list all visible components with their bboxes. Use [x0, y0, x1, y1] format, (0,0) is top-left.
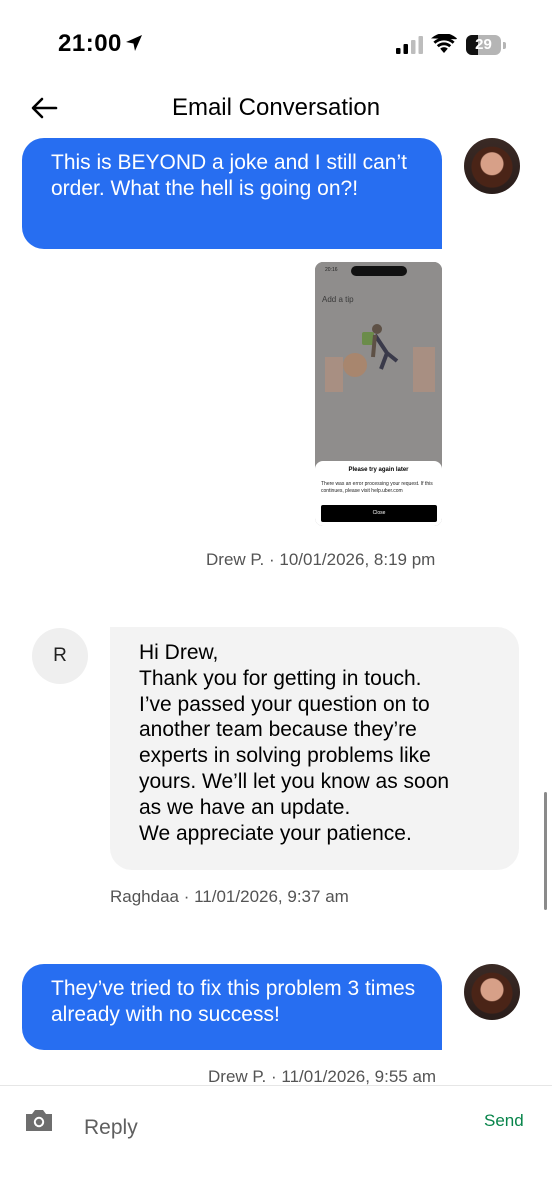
- message-line: as we have an update.: [139, 795, 351, 819]
- battery-cap: [503, 42, 506, 49]
- cellular-signal-icon: [396, 36, 423, 54]
- avatar: [464, 138, 520, 194]
- attachment-screenshot[interactable]: 20:16 Add a tip Please try again later T…: [315, 262, 442, 526]
- avatar: R: [32, 628, 88, 684]
- message-text: They’ve tried to fix this problem 3 time…: [51, 977, 416, 1026]
- attachment-sheet-title: Please try again later: [348, 467, 409, 473]
- message-bubble-outgoing: This is BEYOND a joke and I still can’t …: [22, 138, 442, 249]
- message-line: We appreciate your patience.: [139, 821, 412, 845]
- message-text: This is BEYOND a joke and I still can’t …: [51, 151, 407, 200]
- attachment-dynamic-island: [351, 266, 407, 276]
- courier-illustration: [325, 324, 435, 392]
- attachment-sheet-body: There was an error processing your reque…: [321, 481, 433, 494]
- battery-indicator: 29: [466, 35, 506, 55]
- composer-bar: Send: [0, 1085, 552, 1200]
- message-line: yours. We’ll let you know as soon: [139, 769, 450, 793]
- camera-icon[interactable]: [24, 1108, 54, 1133]
- reply-input[interactable]: [84, 1112, 444, 1144]
- avatar: [464, 964, 520, 1020]
- status-bar: 21:00 29: [0, 0, 552, 90]
- send-button[interactable]: Send: [484, 1111, 524, 1131]
- message-line: another team because they’re: [139, 718, 417, 742]
- attachment-title: Add a tip: [322, 295, 354, 304]
- page-title: Email Conversation: [171, 94, 381, 121]
- message-line: I’ve passed your question on to: [139, 692, 430, 716]
- message-bubble-incoming: Hi Drew, Thank you for getting in touch.…: [110, 627, 519, 870]
- header: Email Conversation: [0, 88, 552, 128]
- wifi-icon: [431, 34, 457, 53]
- message-meta: Raghdaa · 11/01/2026, 9:37 am: [110, 887, 349, 906]
- attachment-time: 20:16: [325, 267, 338, 273]
- status-time: 21:00: [58, 30, 122, 57]
- location-arrow-icon: [126, 35, 142, 51]
- attachment-close-button: Close: [321, 505, 437, 522]
- message-bubble-outgoing: They’ve tried to fix this problem 3 time…: [22, 964, 442, 1050]
- message-meta: Drew P. · 11/01/2026, 9:55 am: [208, 1067, 437, 1086]
- message-meta: Drew P. · 10/01/2026, 8:19 pm: [206, 550, 436, 569]
- message-line: experts in solving problems like: [139, 744, 431, 768]
- message-line: Thank you for getting in touch.: [139, 666, 422, 690]
- battery-level: 29: [475, 36, 492, 53]
- scrollbar[interactable]: [544, 792, 547, 910]
- attachment-error-sheet: Please try again later There was an erro…: [315, 461, 442, 526]
- message-line: Hi Drew,: [139, 641, 219, 664]
